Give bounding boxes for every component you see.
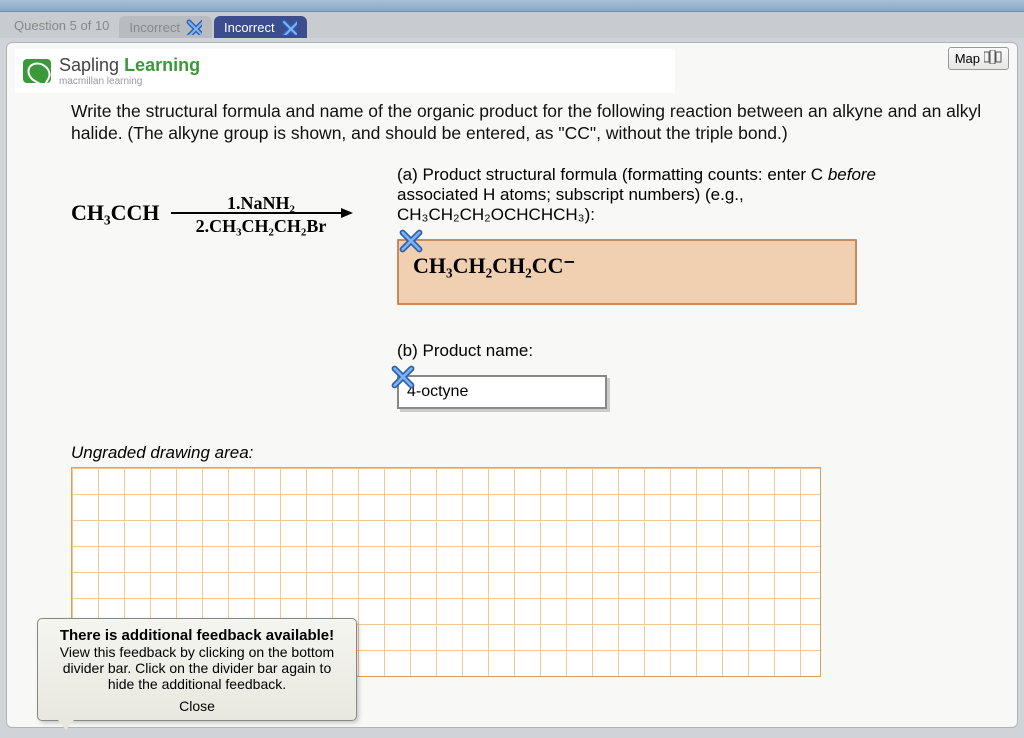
incorrect-x-icon [186,19,202,35]
map-icon [984,50,1002,67]
part-a-label: (a) Product structural formula (formatti… [397,165,897,225]
reactant-formula: CH₃CCH [71,200,159,225]
feedback-body: View this feedback by clicking on the bo… [48,644,346,692]
brand-word-2: Learning [124,55,200,75]
part-b-label: (b) Product name: [397,341,897,361]
part-a-text-2: associated H atoms; subscript numbers) (… [397,185,744,224]
attempt-tab-1[interactable]: Incorrect [119,16,212,38]
map-label: Map [955,51,980,66]
question-counter: Question 5 of 10 [4,14,119,37]
reaction-scheme: CH₃CCH 1.NaNH₂ 2.CH₃CH₂CH₂Br [71,193,357,409]
brand-bar: Sapling Learning macmillan learning [15,49,675,93]
name-answer-value: 4-octyne [407,383,468,400]
structural-formula-input[interactable]: CH₃CH₂CH₂CC⁻ [397,239,857,305]
feedback-popup: There is additional feedback available! … [37,618,357,721]
brand-word-1: Sapling [59,55,124,75]
question-prompt: Write the structural formula and name of… [71,101,1009,145]
part-a-text-1: (a) Product structural formula (formatti… [397,165,828,184]
attempt-tab-2[interactable]: Incorrect [214,16,307,38]
feedback-heading: There is additional feedback available! [48,627,346,644]
brand-text: Sapling Learning macmillan learning [59,55,200,87]
incorrect-x-icon [391,365,415,389]
reaction-arrow-icon [171,212,351,214]
map-button[interactable]: Map [948,47,1009,70]
product-name-input[interactable]: 4-octyne [397,375,607,409]
sapling-logo-icon [23,59,51,83]
ungraded-area-label: Ungraded drawing area: [71,443,1009,463]
incorrect-x-icon [281,19,297,35]
reagent-1: 1.NaNH₂ [227,193,295,214]
part-a-italic: before [828,165,876,184]
tab-label: Incorrect [129,20,180,35]
attempt-tabs: Question 5 of 10 Incorrect Incorrect [0,12,1024,38]
brand-subtitle: macmillan learning [59,76,200,87]
formula-answer-value: CH₃CH₂CH₂CC⁻ [413,253,575,278]
window-titlebar [0,0,1024,12]
tab-label: Incorrect [224,20,275,35]
content-panel: Map Sapling Learning macmillan learning … [6,42,1018,728]
reagent-2: 2.CH₃CH₂CH₂Br [196,216,327,237]
incorrect-x-icon [399,229,423,253]
feedback-close-button[interactable]: Close [48,698,346,714]
